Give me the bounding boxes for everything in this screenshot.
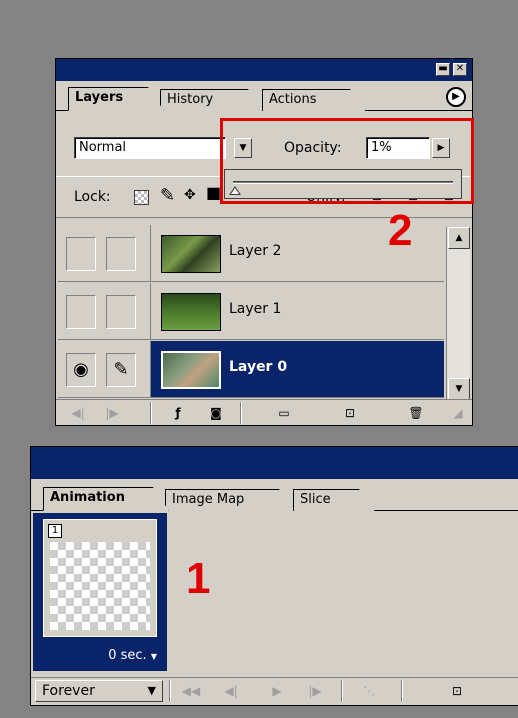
lock-label: Lock: bbox=[74, 189, 111, 205]
blend-mode-select[interactable]: Normal bbox=[74, 137, 226, 159]
tab-slice[interactable]: Slice bbox=[293, 489, 375, 511]
layer-row-0[interactable]: ◉ ✎ Layer 0 bbox=[58, 341, 444, 398]
tab-layers-label: Layers bbox=[75, 90, 124, 105]
layer-thumbnail bbox=[161, 351, 221, 389]
layer-style-icon[interactable]: ƒ bbox=[168, 403, 188, 423]
layers-titlebar[interactable]: ▬ ✕ bbox=[56, 59, 472, 81]
next-frame-icon[interactable]: |▶ bbox=[305, 681, 325, 701]
previous-icon[interactable]: ◀| bbox=[68, 403, 88, 423]
previous-frame-icon[interactable]: ◀| bbox=[221, 681, 241, 701]
delay-dropdown-icon[interactable]: ▼ bbox=[151, 652, 157, 661]
tab-history[interactable]: History bbox=[160, 89, 264, 111]
loop-select[interactable]: Forever ▼ bbox=[35, 680, 163, 702]
tab-slice-label: Slice bbox=[300, 492, 331, 507]
tab-animation-label: Animation bbox=[50, 490, 125, 505]
layer-thumbnail bbox=[161, 293, 221, 331]
tab-animation[interactable]: Animation bbox=[43, 487, 169, 511]
layer-thumbnail bbox=[161, 235, 221, 273]
loop-dropdown-icon[interactable]: ▼ bbox=[148, 684, 156, 697]
panel-menu-icon[interactable]: ▶ bbox=[446, 87, 466, 107]
frame-cell[interactable]: 1 bbox=[43, 519, 157, 637]
opacity-slider-popup bbox=[224, 169, 462, 199]
layer-row-1[interactable]: Layer 1 bbox=[58, 283, 444, 340]
next-icon[interactable]: |▶ bbox=[102, 403, 122, 423]
tween-icon[interactable]: ⋱ bbox=[359, 681, 379, 701]
resize-grip-icon[interactable]: ◢ bbox=[448, 403, 468, 423]
close-icon[interactable]: ✕ bbox=[453, 63, 467, 76]
play-icon[interactable]: ▶ bbox=[267, 681, 287, 701]
minimize-icon[interactable]: ▬ bbox=[436, 63, 450, 76]
trash-icon[interactable]: 🗑 bbox=[406, 403, 426, 423]
tab-history-label: History bbox=[167, 92, 214, 107]
animation-bottom-bar: Forever ▼ ◀◀ ◀| ▶ |▶ ⋱ ⊡ bbox=[31, 677, 518, 705]
frame-thumbnail bbox=[50, 542, 150, 630]
lock-paint-icon[interactable]: ✎ bbox=[160, 185, 175, 206]
frame-delay-value: 0 sec. bbox=[108, 648, 147, 663]
tab-actions-label: Actions bbox=[269, 92, 317, 107]
loop-value: Forever bbox=[42, 683, 95, 699]
layer-name: Layer 2 bbox=[229, 243, 282, 259]
scroll-up-icon[interactable]: ▲ bbox=[448, 227, 470, 249]
layers-tabstrip: Layers History Actions bbox=[56, 81, 472, 111]
lock-all-icon[interactable]: ■ bbox=[206, 183, 221, 202]
layer-name: Layer 1 bbox=[229, 301, 282, 317]
duplicate-frame-icon[interactable]: ⊡ bbox=[447, 681, 467, 701]
lock-move-icon[interactable]: ✥ bbox=[184, 187, 196, 203]
opacity-slider-thumb[interactable] bbox=[229, 186, 242, 195]
layer-row-2[interactable]: Layer 2 bbox=[58, 225, 444, 282]
layers-scrollbar[interactable]: ▲ ▼ bbox=[446, 227, 470, 400]
layer-mask-icon[interactable]: ◙ bbox=[206, 403, 226, 423]
lock-transparency-icon[interactable] bbox=[134, 190, 149, 205]
first-frame-icon[interactable]: ◀◀ bbox=[181, 681, 201, 701]
link-toggle[interactable] bbox=[106, 237, 136, 271]
eye-icon[interactable]: ◉ bbox=[66, 353, 96, 387]
tab-actions[interactable]: Actions bbox=[262, 89, 366, 111]
layer-body[interactable]: Layer 1 bbox=[150, 283, 444, 339]
link-toggle[interactable] bbox=[106, 295, 136, 329]
tab-image-map-label: Image Map bbox=[172, 492, 245, 507]
layers-bottom-bar: ◀| |▶ ƒ ◙ ▭ ⊡ 🗑 ◢ bbox=[56, 399, 472, 425]
callout-1: 1 bbox=[186, 554, 211, 603]
new-layer-icon[interactable]: ⊡ bbox=[340, 403, 360, 423]
frame-number: 1 bbox=[48, 524, 62, 538]
opacity-slider-track[interactable] bbox=[233, 181, 453, 184]
animation-titlebar[interactable] bbox=[31, 447, 518, 479]
layer-name: Layer 0 bbox=[229, 359, 288, 375]
blend-mode-value: Normal bbox=[79, 140, 127, 155]
frame-1[interactable]: 1 0 sec. ▼ bbox=[33, 513, 167, 671]
scroll-down-icon[interactable]: ▼ bbox=[448, 378, 470, 400]
tab-image-map[interactable]: Image Map bbox=[165, 489, 295, 511]
brush-icon[interactable]: ✎ bbox=[106, 353, 136, 387]
layer-body[interactable]: Layer 0 bbox=[150, 341, 444, 397]
visibility-toggle[interactable] bbox=[66, 295, 96, 329]
new-folder-icon[interactable]: ▭ bbox=[274, 403, 294, 423]
tab-layers[interactable]: Layers bbox=[68, 87, 164, 111]
animation-tabstrip: Animation Image Map Slice bbox=[31, 479, 518, 511]
animation-panel: Animation Image Map Slice 1 0 sec. ▼ For… bbox=[30, 446, 518, 706]
callout-2: 2 bbox=[388, 206, 413, 255]
frame-delay[interactable]: 0 sec. ▼ bbox=[108, 648, 157, 663]
visibility-toggle[interactable] bbox=[66, 237, 96, 271]
